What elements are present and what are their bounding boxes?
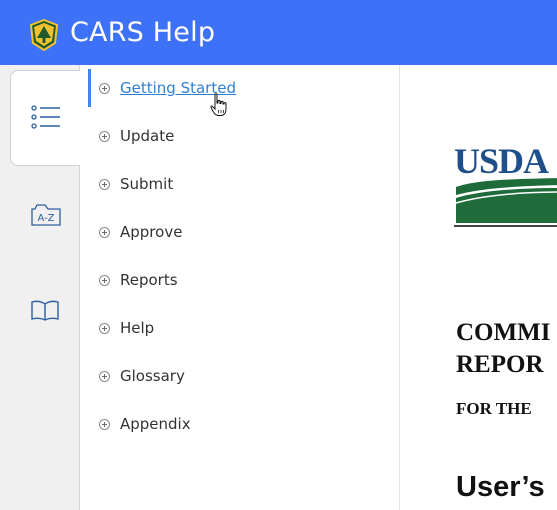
expand-icon[interactable] [99,226,110,238]
toc-item-approve[interactable]: Approve [99,220,182,244]
toc-item-label[interactable]: Glossary [120,366,185,386]
expand-icon[interactable] [99,82,110,94]
expand-icon[interactable] [99,274,110,286]
table-of-contents: Getting Started Update Submit Approve Re… [80,65,400,510]
expand-icon[interactable] [99,322,110,334]
a-z-label: A-Z [37,213,54,224]
toc-item-reports[interactable]: Reports [99,268,178,292]
toc-item-appendix[interactable]: Appendix [99,412,191,436]
tab-contents[interactable] [10,70,81,166]
expand-icon[interactable] [99,130,110,142]
toc-item-label[interactable]: Update [120,126,174,146]
app-title: CARS Help [70,17,216,48]
document-guide-heading: User’s [456,471,545,503]
toc-item-help[interactable]: Help [99,316,154,340]
document-subtitle: FOR THE [456,399,532,418]
a-z-index-icon[interactable]: A-Z [30,203,62,227]
toc-item-label[interactable]: Appendix [120,414,191,434]
document-title: COMMI REPOR [456,317,550,381]
toc-item-label[interactable]: Submit [120,174,173,194]
divider [454,225,557,227]
sidebar-rail: A-Z [0,65,81,510]
document-title-line-1: COMMI [456,319,551,346]
toc-item-label[interactable]: Reports [120,270,178,290]
usda-logo: USDA [454,143,557,229]
toc-item-label[interactable]: Approve [120,222,182,242]
expand-icon[interactable] [99,178,110,190]
toc-item-glossary[interactable]: Glossary [99,364,185,388]
toc-item-update[interactable]: Update [99,124,174,148]
toc-item-submit[interactable]: Submit [99,172,173,196]
app-header: CARS Help [0,0,557,65]
document-title-line-2: REPOR [456,351,544,378]
expand-icon[interactable] [99,418,110,430]
content-pane: USDA COMMI REPOR FOR THE User’s [400,65,557,510]
selected-accent-bar [88,69,91,107]
hand-pointer-cursor-icon [210,93,227,116]
expand-icon[interactable] [99,370,110,382]
list-icon [31,105,60,129]
forest-service-shield-icon [29,19,59,51]
book-icon[interactable] [30,300,60,322]
usda-landscape-icon [455,178,557,223]
toc-item-label[interactable]: Help [120,318,154,338]
usda-logo-text: USDA [454,141,549,181]
